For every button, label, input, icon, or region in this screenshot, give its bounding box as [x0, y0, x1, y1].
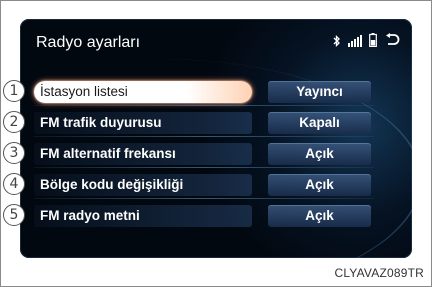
page-title: Radyo ayarları — [36, 34, 141, 51]
bluetooth-icon — [333, 34, 341, 52]
setting-value-button[interactable]: Kapalı — [268, 112, 371, 134]
callout-number-4: 4 — [3, 173, 25, 195]
callout-number-3: 3 — [3, 142, 25, 164]
signal-icon — [348, 34, 362, 52]
status-bar — [333, 33, 400, 52]
setting-label[interactable]: FM radyo metni — [34, 205, 252, 227]
list-item[interactable]: Bölge kodu değişikliği Açık — [34, 174, 389, 199]
back-arrow-icon[interactable] — [384, 33, 400, 52]
setting-value-button[interactable]: Yayıncı — [268, 81, 371, 103]
callout-number-1: 1 — [3, 80, 25, 102]
setting-value-button[interactable]: Açık — [268, 174, 371, 196]
list-item[interactable]: FM trafik duyurusu Kapalı — [34, 112, 389, 137]
setting-label[interactable]: FM trafik duyurusu — [34, 112, 252, 134]
row-divider — [34, 198, 374, 199]
setting-value-button[interactable]: Açık — [268, 205, 371, 227]
list-item[interactable]: FM alternatif frekansı Açık — [34, 143, 389, 168]
radio-settings-screen: Radyo ayarları İstasyon listesi Yayıncı … — [20, 19, 412, 258]
list-item[interactable]: İstasyon listesi Yayıncı — [34, 81, 389, 106]
setting-label[interactable]: İstasyon listesi — [34, 81, 252, 103]
battery-icon — [369, 33, 377, 52]
callout-number-2: 2 — [3, 111, 25, 133]
list-item[interactable]: FM radyo metni Açık — [34, 205, 389, 227]
setting-label[interactable]: FM alternatif frekansı — [34, 143, 252, 165]
callout-number-5: 5 — [3, 204, 25, 226]
row-divider — [34, 167, 374, 168]
image-code-caption: CLYAVAZ089TR — [334, 266, 424, 280]
setting-value-button[interactable]: Açık — [268, 143, 371, 165]
setting-label[interactable]: Bölge kodu değişikliği — [34, 174, 252, 196]
row-divider — [34, 105, 374, 106]
row-divider — [34, 136, 374, 137]
